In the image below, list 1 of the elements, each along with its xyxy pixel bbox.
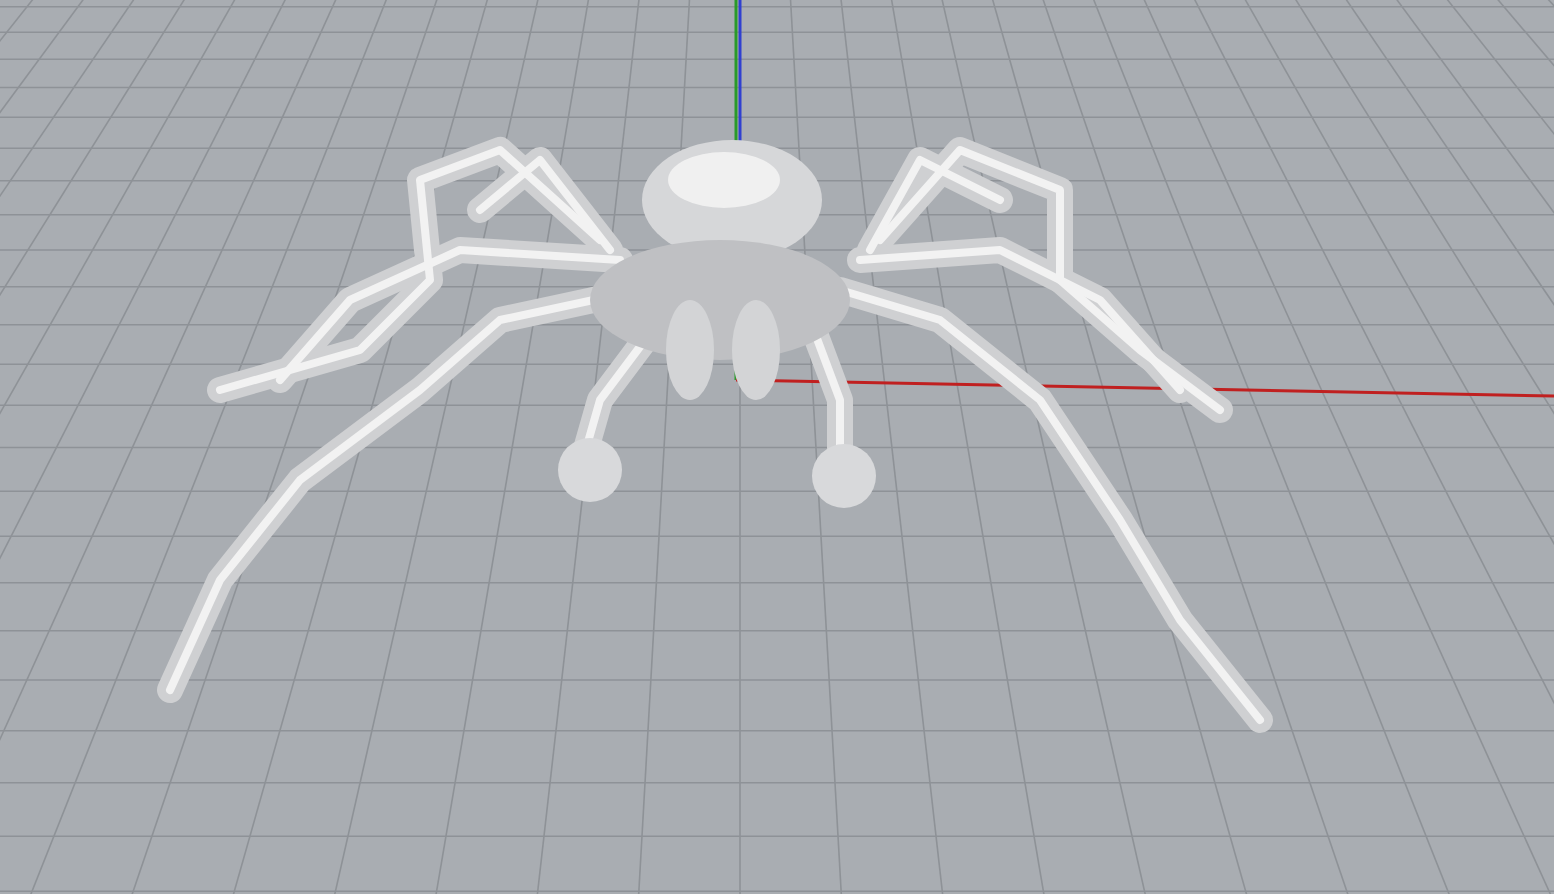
viewport[interactable] bbox=[0, 0, 1554, 894]
